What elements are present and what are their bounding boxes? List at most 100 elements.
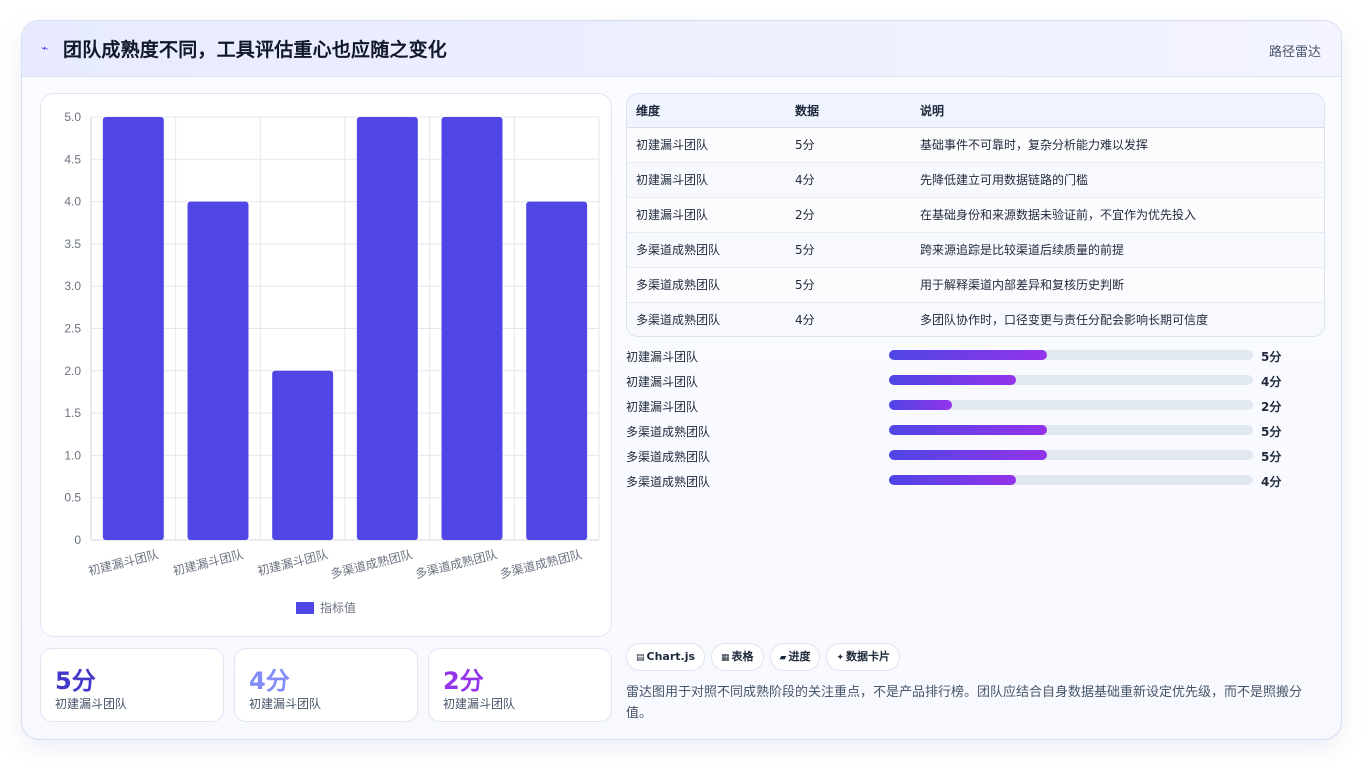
table-header-row: 维度 数据 说明 [627,94,1324,128]
y-tick-label: 3.5 [64,237,81,251]
progress-row: 多渠道成熟团队 5分 [626,420,1325,440]
data-table: 维度 数据 说明 初建漏斗团队 5分 基础事件不可靠时，复杂分析能力难以发挥 初建漏斗… [626,93,1325,337]
y-tick-label: 1.5 [64,406,81,420]
feature-chips: ▤ Chart.js ▦ 表格 ▰ 进度 ✦ 数据卡片 [626,643,906,671]
stat-card: 2分 初建漏斗团队 [428,648,612,722]
y-tick-label: 2.0 [64,364,81,378]
x-tick-label: 初建漏斗团队 [171,546,245,578]
stat-value: 5分 [55,667,96,695]
progress-value: 2分 [1261,400,1282,414]
card-header: ⌁ 团队成熟度不同，工具评估重心也应随之变化 路径雷达 [22,21,1341,77]
y-tick-label: 5.0 [64,110,81,124]
table-cell: 跨来源追踪是比较渠道后续质量的前提 [920,232,1324,268]
column-header: 数据 [795,94,920,128]
y-tick-label: 1.0 [64,448,81,462]
column-header: 说明 [920,94,1324,128]
table-row: 初建漏斗团队 5分 基础事件不可靠时，复杂分析能力难以发挥 [627,127,1324,163]
bar [272,370,334,540]
legend-label: 指标值 [320,600,356,615]
y-tick-label: 2.5 [64,322,81,336]
progress-row: 多渠道成熟团队 5分 [626,445,1325,465]
progress-row: 多渠道成熟团队 4分 [626,470,1325,490]
table-cell: 初建漏斗团队 [627,127,795,163]
progress-label: 多渠道成熟团队 [626,425,711,439]
chip---1[interactable]: ▦ 表格 [711,643,764,671]
bar-chart-svg: 00.51.01.52.02.53.03.54.04.55.0初建漏斗团队 初建漏… [64,110,600,615]
stat-label: 初建漏斗团队 [55,697,128,711]
table-cell: 多团队协作时，口径变更与责任分配会影响长期可信度 [920,302,1324,336]
table-cell: 5分 [795,267,920,303]
table-cell: 用于解释渠道内部差异和复核历史判断 [920,267,1324,303]
stat-value: 4分 [249,667,290,695]
table-cell: 多渠道成熟团队 [627,232,795,268]
page-title: 团队成熟度不同，工具评估重心也应随之变化 [63,39,448,61]
progress-track [889,400,1253,410]
table-cell: 在基础身份和来源数据未验证前，不宜作为优先投入 [920,197,1324,233]
progress-fill [889,425,1048,435]
progress-value: 4分 [1261,375,1282,389]
progress-track [889,475,1253,485]
chart-icon: ▤ [636,653,645,663]
bar [526,201,588,540]
x-tick-label: 多渠道成熟团队 [414,546,499,581]
chip-label: 表格 [731,650,754,663]
column-header: 维度 [627,94,795,128]
table-cell: 5分 [795,232,920,268]
progress-label: 多渠道成熟团队 [626,475,711,489]
y-tick-label: 4.0 [64,195,81,209]
progress-value: 5分 [1261,450,1282,464]
table-cell: 初建漏斗团队 [627,162,795,198]
bar-chart: 0 0.5 1.0 1.5 2.0 2.5 3.0 3.5 4.0 4.5 5.0 初建漏斗团队 初建漏… [40,93,612,637]
stat-value: 2分 [443,667,484,695]
y-tick-label: 0 [74,533,81,547]
chip-label: 进度 [788,650,811,663]
progress-track [889,450,1253,460]
table-cell: 2分 [795,197,920,233]
progress-track [889,375,1253,385]
progress-fill [889,475,1016,485]
dashboard-card: ⌁ 团队成熟度不同，工具评估重心也应随之变化 路径雷达 0 0.5 1.0 1.5 2.… [21,20,1342,740]
progress-label: 初建漏斗团队 [626,350,699,364]
table-row: 多渠道成熟团队 5分 跨来源追踪是比较渠道后续质量的前提 [627,232,1324,268]
stat-card: 4分 初建漏斗团队 [234,648,418,722]
progress-row: 初建漏斗团队 5分 [626,345,1325,365]
table-cell: 初建漏斗团队 [627,197,795,233]
chip-label: Chart.js [646,650,696,663]
legend-swatch [296,602,314,614]
progress-icon: ▰ [779,653,787,663]
progress-value: 5分 [1261,425,1282,439]
progress-fill [889,450,1048,460]
progress-fill [889,350,1048,360]
progress-fill [889,400,953,410]
chip-label: 数据卡片 [846,650,891,663]
chip---2[interactable]: ▰ 进度 [769,643,821,671]
footer-note: 雷达图用于对照不同成熟阶段的关注重点，不是产品排行榜。团队应结合自身数据基础重新… [626,685,1303,721]
x-tick-label: 初建漏斗团队 [256,546,330,578]
stat-card: 5分 初建漏斗团队 [40,648,224,722]
table-cell: 先降低建立可用数据链路的门槛 [920,162,1324,198]
progress-label: 初建漏斗团队 [626,400,699,414]
progress-label: 初建漏斗团队 [626,375,699,389]
card-icon: ✦ [836,653,845,663]
table-cell: 5分 [795,127,920,163]
progress-row: 初建漏斗团队 2分 [626,395,1325,415]
bar [187,201,249,540]
progress-value: 5分 [1261,350,1282,364]
table-cell: 多渠道成熟团队 [627,267,795,303]
table-row: 初建漏斗团队 2分 在基础身份和来源数据未验证前，不宜作为优先投入 [627,197,1324,233]
table-icon: ▦ [721,653,730,663]
table-row: 初建漏斗团队 4分 先降低建立可用数据链路的门槛 [627,162,1324,198]
x-tick-label: 多渠道成熟团队 [498,546,583,581]
chip---3[interactable]: ✦ 数据卡片 [826,643,901,671]
table-cell: 多渠道成熟团队 [627,302,795,336]
y-tick-label: 0.5 [64,491,81,505]
stat-label: 初建漏斗团队 [249,697,322,711]
table-cell: 4分 [795,302,920,336]
progress-label: 多渠道成熟团队 [626,450,711,464]
bar [356,117,418,540]
x-tick-label: 初建漏斗团队 [87,546,161,578]
table-row: 多渠道成熟团队 4分 多团队协作时，口径变更与责任分配会影响长期可信度 [627,302,1324,336]
progress-value: 4分 [1261,475,1282,489]
progress-track [889,425,1253,435]
chip-chart-js-0[interactable]: ▤ Chart.js [626,643,706,671]
